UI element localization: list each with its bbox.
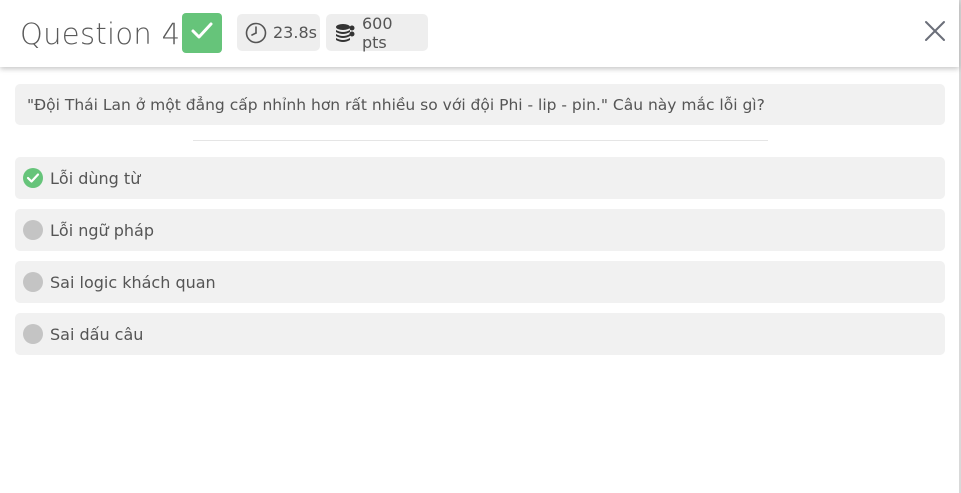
question-text-box: "Đội Thái Lan ở một đẳng cấp nhỉnh hơn r… — [15, 84, 945, 125]
quiz-window: Question 4 23.8s 600 pts "Đội Thái Lan ở… — [0, 0, 961, 493]
answer-option[interactable]: Lỗi ngữ pháp — [15, 209, 945, 251]
time-value: 23.8s — [273, 23, 317, 42]
timer-pill: 23.8s — [237, 14, 320, 51]
answer-option-label: Lỗi ngữ pháp — [50, 220, 155, 240]
radio-circle-icon — [23, 220, 43, 240]
question-text: "Đội Thái Lan ở một đẳng cấp nhỉnh hơn r… — [27, 95, 765, 114]
radio-circle-icon — [23, 272, 43, 292]
answer-option-label: Sai dấu câu — [50, 324, 144, 344]
divider — [193, 140, 768, 141]
coins-icon — [334, 22, 356, 44]
correct-badge — [182, 13, 222, 53]
correct-check-icon — [23, 168, 43, 188]
clock-icon — [245, 22, 267, 44]
radio-circle-icon — [23, 324, 43, 344]
close-button[interactable] — [921, 19, 949, 47]
points-pill: 600 pts — [326, 13, 428, 52]
close-icon[interactable] — [923, 19, 947, 47]
answer-option[interactable]: Sai logic khách quan — [15, 261, 945, 303]
check-icon — [190, 21, 214, 45]
question-header: Question 4 23.8s 600 pts — [0, 0, 959, 67]
points-value: 600 pts — [362, 13, 393, 52]
answer-option-label: Sai logic khách quan — [50, 272, 216, 292]
answer-option-label: Lỗi dùng từ — [50, 168, 141, 188]
question-title: Question 4 — [20, 17, 181, 51]
answer-option[interactable]: Lỗi dùng từ — [15, 157, 945, 199]
answer-option[interactable]: Sai dấu câu — [15, 313, 945, 355]
